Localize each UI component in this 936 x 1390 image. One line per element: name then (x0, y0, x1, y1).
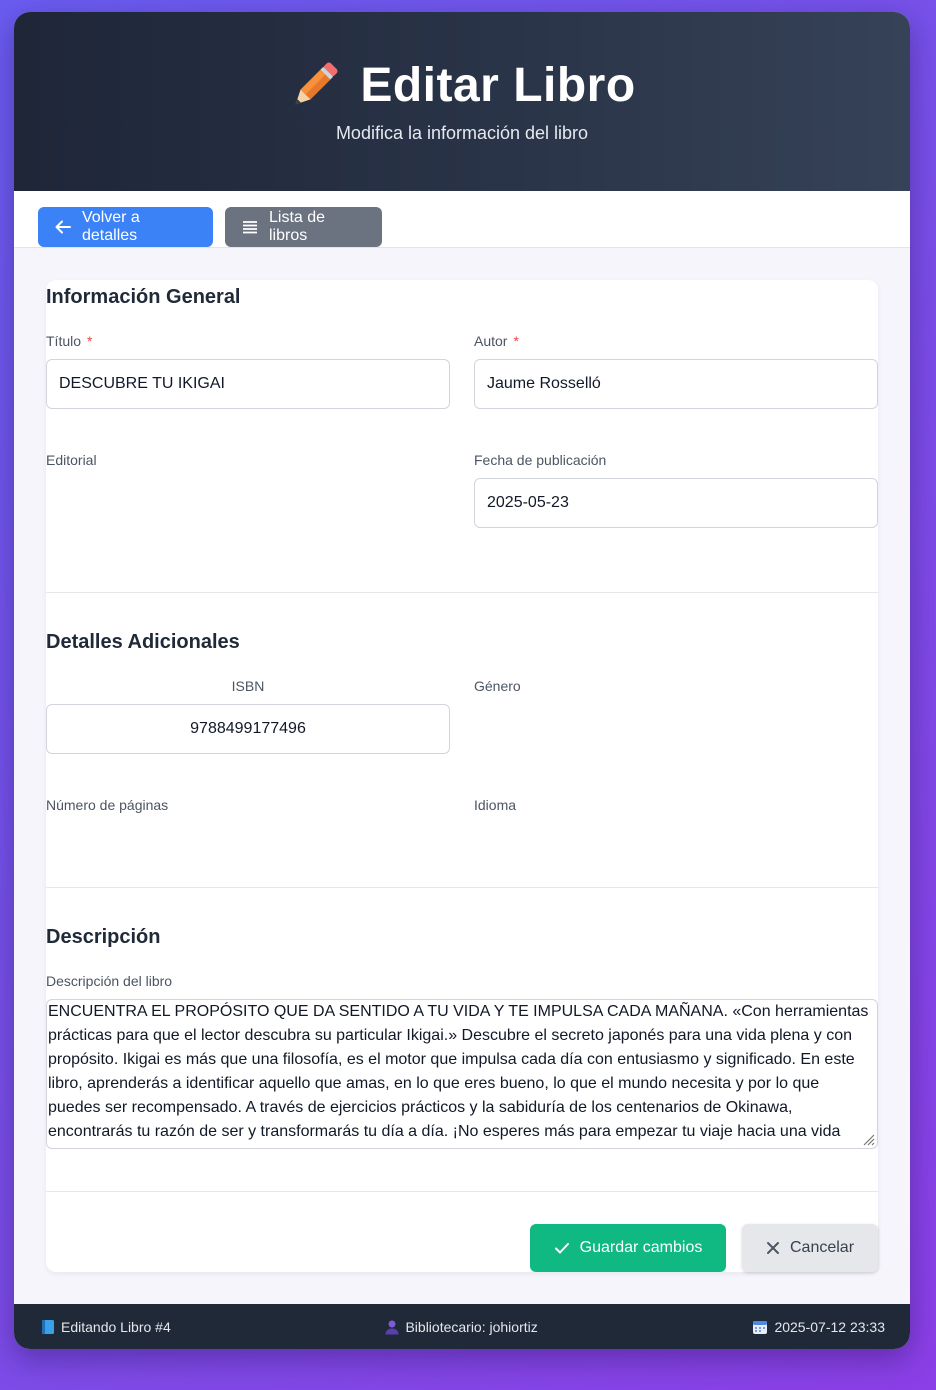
arrow-left-icon (55, 220, 71, 234)
close-icon (766, 1242, 779, 1254)
required-mark: * (513, 333, 519, 349)
save-button-label: Guardar cambios (579, 1239, 703, 1256)
description-text: ENCUENTRA EL PROPÓSITO QUE DA SENTIDO A … (48, 1003, 869, 1148)
footer-librarian: Bibliotecario: johiortiz (385, 1318, 538, 1335)
page-subtitle: Modifica la información del libro (335, 123, 589, 143)
list-icon (243, 221, 257, 234)
required-mark: * (87, 333, 93, 349)
status-footer: Editando Libro #4 Bibliotecario: johiort… (14, 1304, 910, 1349)
app-window: Editar Libro Modifica la información del… (14, 12, 910, 1349)
nav-bar: Volver a detalles Lista de libros (14, 191, 910, 248)
fecha-label: Fecha de publicación (474, 452, 607, 468)
save-button[interactable]: Guardar cambios (530, 1224, 726, 1272)
cancel-button[interactable]: Cancelar (742, 1224, 878, 1272)
check-icon (554, 1243, 569, 1254)
titulo-label: Título * (46, 333, 93, 349)
isbn-input[interactable]: 9788499177496 (46, 704, 450, 754)
page-header: Editar Libro Modifica la información del… (14, 12, 910, 191)
cancel-button-label: Cancelar (789, 1239, 855, 1256)
isbn-label: ISBN (231, 678, 265, 694)
section-divider (46, 1191, 878, 1192)
section-title-description: Descripción (46, 926, 161, 948)
calendar-icon (753, 1320, 768, 1334)
section-divider (46, 592, 878, 593)
genero-label: Género (474, 678, 521, 694)
idioma-label: Idioma (474, 797, 517, 813)
titulo-input[interactable]: DESCUBRE TU IKIGAI (46, 359, 450, 409)
footer-datetime-text: 2025-07-12 23:33 (774, 1318, 885, 1335)
editorial-label: Editorial (46, 452, 97, 468)
description-label: Descripción del libro (46, 973, 173, 989)
section-title-details: Detalles Adicionales (46, 631, 240, 653)
back-to-details-button[interactable]: Volver a detalles (38, 207, 213, 247)
user-icon (385, 1320, 399, 1334)
paginas-label: Número de páginas (46, 797, 169, 813)
header-title-row: Editar Libro (14, 58, 910, 114)
footer-editing-text: Editando Libro #4 (61, 1318, 171, 1335)
back-button-label: Volver a detalles (82, 209, 140, 244)
edit-form: Información General Título * DESCUBRE TU … (46, 280, 878, 1272)
footer-editing: Editando Libro #4 (41, 1319, 171, 1335)
section-divider (46, 887, 878, 888)
footer-datetime: 2025-07-12 23:33 (752, 1319, 885, 1335)
book-icon (42, 1319, 54, 1334)
section-title-general: Información General (46, 286, 241, 308)
autor-input[interactable]: Jaume Rosselló (474, 359, 878, 409)
book-list-button[interactable]: Lista de libros (225, 207, 382, 247)
resize-grip-icon[interactable] (861, 1132, 875, 1146)
autor-label: Autor * (474, 333, 519, 349)
page-title: Editar Libro (360, 59, 636, 112)
description-textarea[interactable]: ENCUENTRA EL PROPÓSITO QUE DA SENTIDO A … (46, 999, 878, 1149)
fecha-input[interactable]: 2025-05-23 (474, 478, 878, 528)
pencil-icon (295, 62, 338, 105)
footer-librarian-text: Bibliotecario: johiortiz (405, 1318, 538, 1335)
list-button-label: Lista de libros (269, 209, 326, 244)
